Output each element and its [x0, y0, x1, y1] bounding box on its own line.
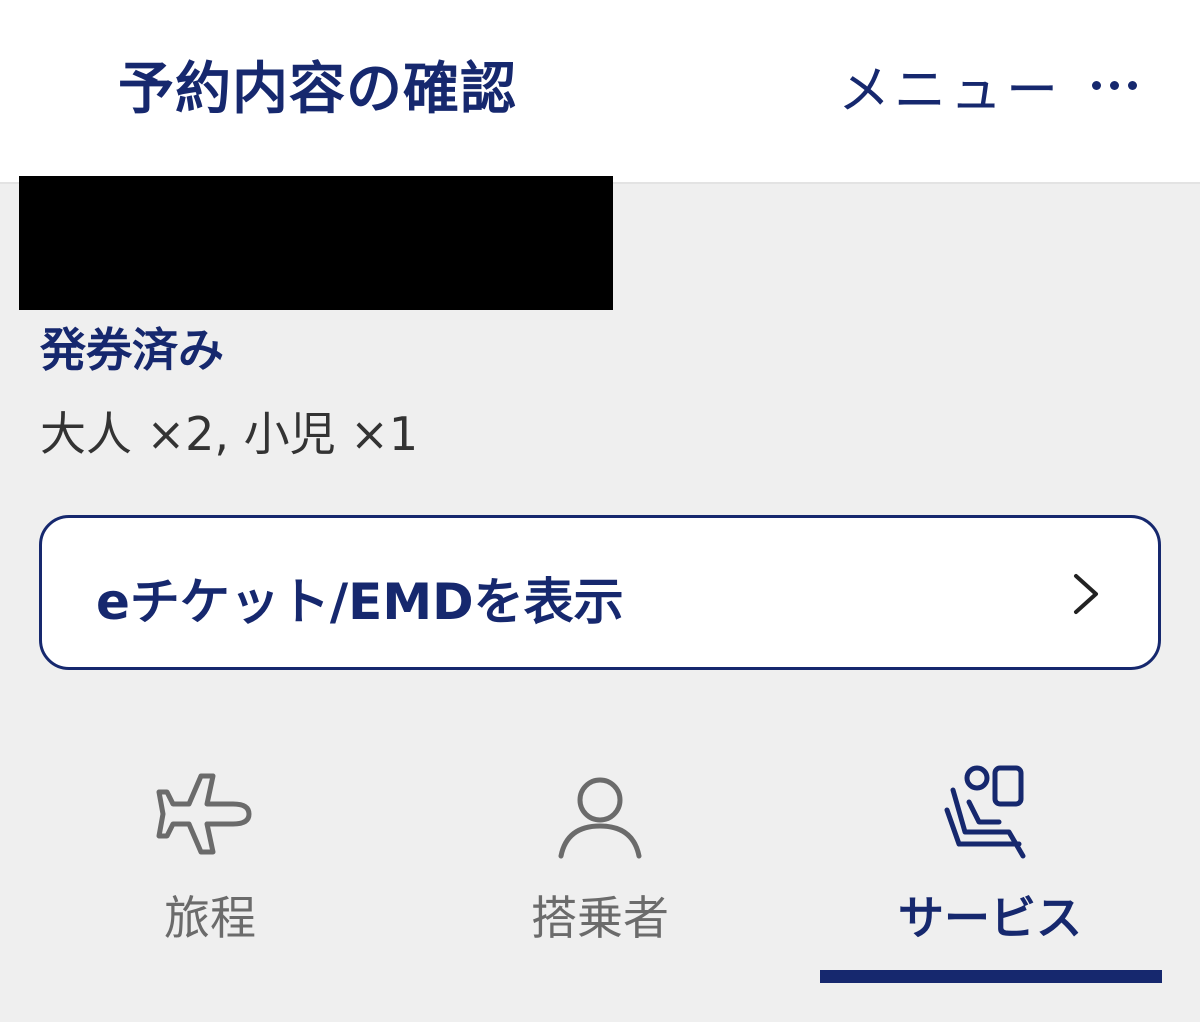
person-icon	[558, 777, 642, 859]
ticket-status: 発券済み	[40, 323, 224, 377]
tab-itinerary-label: 旅程	[164, 891, 256, 945]
page-title: 予約内容の確認	[118, 57, 517, 122]
header: 予約内容の確認 メニュー	[0, 0, 1200, 184]
passenger-count: 大人 ×2, 小児 ×1	[40, 407, 419, 461]
tab-itinerary[interactable]: 旅程	[40, 740, 380, 1022]
view-eticket-label: eチケット/EMDを表示	[96, 573, 624, 631]
menu-button[interactable]: メニュー	[838, 50, 1138, 121]
tab-passengers-label: 搭乗者	[531, 891, 669, 945]
menu-label: メニュー	[838, 60, 1063, 121]
active-tab-indicator	[820, 970, 1162, 983]
redacted-block	[19, 176, 613, 310]
tab-services-label: サービス	[898, 891, 1082, 945]
airplane-icon	[156, 773, 252, 855]
tab-passengers[interactable]: 搭乗者	[430, 740, 770, 1022]
seat-icon	[944, 765, 1026, 859]
view-eticket-button[interactable]: eチケット/EMDを表示	[39, 515, 1161, 670]
more-dots-icon	[1092, 80, 1138, 90]
chevron-right-icon	[1074, 574, 1098, 614]
